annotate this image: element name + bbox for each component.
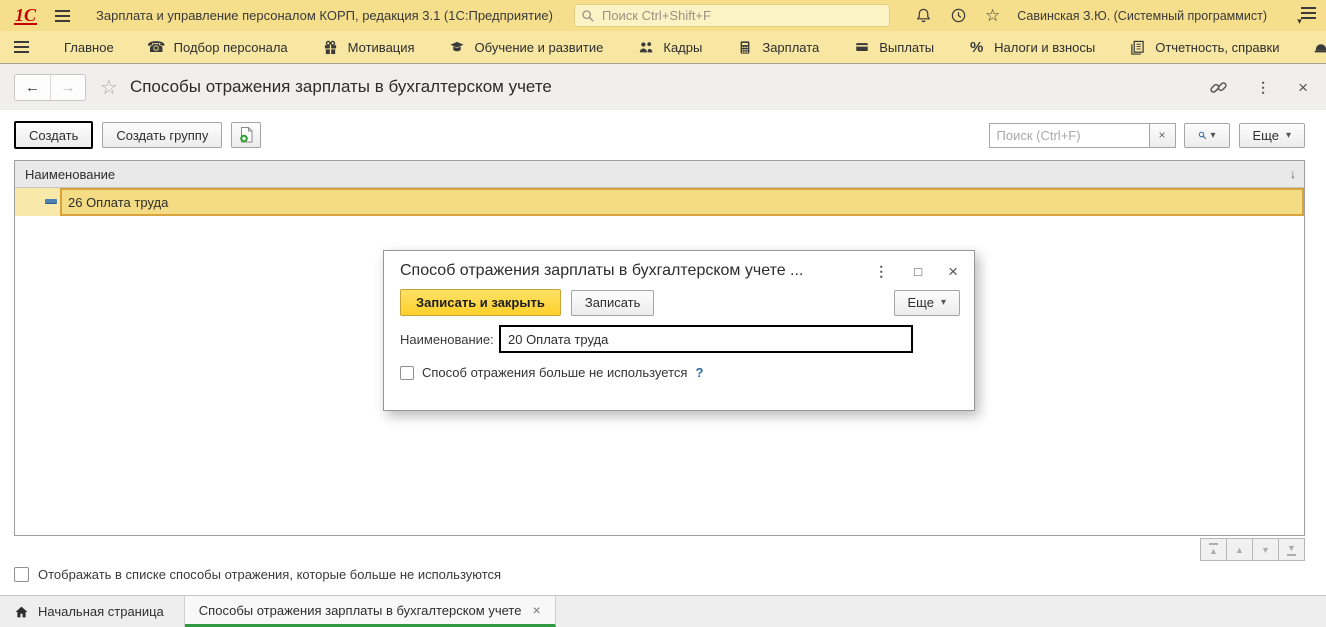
not-used-checkbox[interactable]	[400, 365, 414, 380]
name-input[interactable]	[499, 325, 913, 353]
dialog-title-bar: Способ отражения зарплаты в бухгалтерско…	[384, 251, 974, 284]
dialog-close-icon[interactable]: ×	[948, 263, 958, 280]
scroll-up-button[interactable]: ▲	[1226, 538, 1253, 561]
add-favorite-star-icon[interactable]: ☆	[100, 75, 118, 100]
forward-button[interactable]: →	[50, 74, 85, 100]
history-nav-group: ← →	[14, 73, 86, 101]
form-header: ← → ☆ Способы отражения зарплаты в бухга…	[0, 64, 1326, 110]
not-used-label: Способ отражения больше не используется	[422, 365, 688, 380]
dialog-button-bar: Записать и закрыть Записать Еще ▾	[384, 284, 974, 316]
show-unused-label: Отображать в списке способы отражения, к…	[38, 567, 502, 582]
section-obuchenie[interactable]: Обучение и развитие	[432, 31, 621, 63]
section-otchetnost[interactable]: Отчетность, справки	[1112, 31, 1296, 63]
notifications-bell-icon[interactable]	[915, 7, 932, 24]
chevron-down-icon: ▾	[1285, 129, 1291, 141]
graduation-icon	[449, 40, 466, 55]
name-field-label: Наименование:	[400, 331, 494, 347]
dialog-maximize-icon[interactable]: □	[914, 264, 922, 279]
dialog-title: Способ отражения зарплаты в бухгалтерско…	[400, 262, 804, 279]
scroll-to-bottom-button[interactable]: ▼	[1278, 538, 1305, 561]
get-link-icon[interactable]	[1209, 78, 1228, 97]
table-row[interactable]: 26 Оплата труда	[15, 188, 1304, 216]
reflection-method-dialog: Способ отражения зарплаты в бухгалтерско…	[383, 250, 975, 411]
page-title: Способы отражения зарплаты в бухгалтерск…	[129, 77, 552, 96]
search-icon	[582, 9, 594, 22]
list-search-group: ×	[988, 122, 1176, 148]
people-icon	[637, 40, 654, 55]
section-motivaciya[interactable]: Мотивация	[305, 31, 432, 63]
favorites-star-icon[interactable]: ☆	[985, 7, 1000, 24]
chevron-down-icon: ▾	[1210, 129, 1216, 141]
calculator-icon	[736, 40, 753, 55]
list-element-icon	[45, 199, 57, 204]
open-windows-taskbar: Начальная страница Способы отражения зар…	[0, 595, 1326, 627]
section-nalogi[interactable]: % Налоги и взносы	[951, 31, 1112, 63]
main-menu-icon[interactable]	[55, 9, 71, 22]
search-dropdown-button[interactable]: ▾	[1183, 122, 1230, 148]
home-icon	[15, 606, 28, 617]
name-field-row: Наименование:	[384, 316, 974, 353]
section-kadry[interactable]: Кадры	[620, 31, 719, 63]
section-vyplaty[interactable]: Выплаты	[836, 31, 951, 63]
list-toolbar: Создать Создать группу × ▾ Еще ▾	[0, 110, 1326, 160]
percent-icon: %	[969, 38, 984, 56]
current-user: Савинская З.Ю. (Системный программист)	[1017, 8, 1267, 23]
create-new-group-icon-button[interactable]	[231, 122, 262, 148]
row-name-cell: 26 Оплата труда	[60, 188, 1304, 216]
dialog-more-button[interactable]: Еще ▾	[893, 289, 960, 316]
show-unused-checkbox[interactable]	[14, 567, 29, 582]
list-scroll-buttons: ▲ ▲ ▼ ▼	[1200, 538, 1305, 561]
global-search[interactable]	[573, 4, 890, 27]
new-document-plus-icon	[240, 127, 253, 143]
column-header-name[interactable]: Наименование ↓	[15, 161, 1304, 188]
card-icon	[853, 40, 870, 54]
create-button[interactable]: Создать	[14, 121, 94, 149]
top-bar: 1С Зарплата и управление персоналом КОРП…	[0, 0, 1326, 31]
clear-search-button[interactable]: ×	[1148, 122, 1176, 148]
section-glavnoe[interactable]: Главное	[47, 31, 131, 63]
help-question-icon[interactable]: ?	[695, 365, 703, 380]
scroll-down-button[interactable]: ▼	[1252, 538, 1279, 561]
sections-menu-bar: Главное ☎ Подбор персонала Мотивация Обу…	[0, 31, 1326, 64]
home-page-tab[interactable]: Начальная страница	[0, 596, 185, 627]
save-and-close-button[interactable]: Записать и закрыть	[400, 289, 561, 316]
app-title: Зарплата и управление персоналом КОРП, р…	[96, 8, 553, 23]
report-icon	[1129, 40, 1146, 55]
search-icon	[1198, 131, 1206, 139]
create-group-button[interactable]: Создать группу	[102, 122, 223, 148]
list-search-input[interactable]	[988, 122, 1149, 148]
list-more-button[interactable]: Еще ▾	[1238, 122, 1305, 148]
unused-check-row: Способ отражения больше не используется …	[384, 353, 974, 380]
back-button[interactable]: ←	[15, 75, 50, 100]
show-unused-filter: Отображать в списке способы отражения, к…	[14, 567, 501, 582]
gift-icon	[322, 40, 339, 55]
section-podbor-personala[interactable]: ☎ Подбор персонала	[131, 31, 305, 63]
sections-panel-icon[interactable]	[14, 41, 29, 53]
phone-icon: ☎	[146, 39, 166, 56]
form-more-icon[interactable]: ⋮	[1256, 79, 1270, 96]
section-zarplata[interactable]: Зарплата	[719, 31, 836, 63]
global-search-input[interactable]	[599, 7, 883, 24]
save-button[interactable]: Записать	[570, 289, 655, 316]
history-clock-icon[interactable]	[950, 7, 967, 24]
chevron-down-icon: ▾	[940, 297, 946, 308]
service-menu-icon[interactable]: ▾	[1283, 7, 1316, 26]
dialog-more-icon[interactable]: ⋮	[874, 263, 888, 280]
form-close-icon[interactable]: ×	[1298, 79, 1308, 96]
sort-descending-icon: ↓	[1290, 167, 1296, 181]
tab-close-icon[interactable]: ×	[532, 602, 540, 618]
tab-reflection-methods[interactable]: Способы отражения зарплаты в бухгалтерск…	[184, 596, 556, 627]
helmet-icon[interactable]	[1297, 40, 1326, 55]
1c-logo: 1С	[14, 4, 38, 25]
scroll-to-top-button[interactable]: ▲	[1200, 538, 1227, 561]
